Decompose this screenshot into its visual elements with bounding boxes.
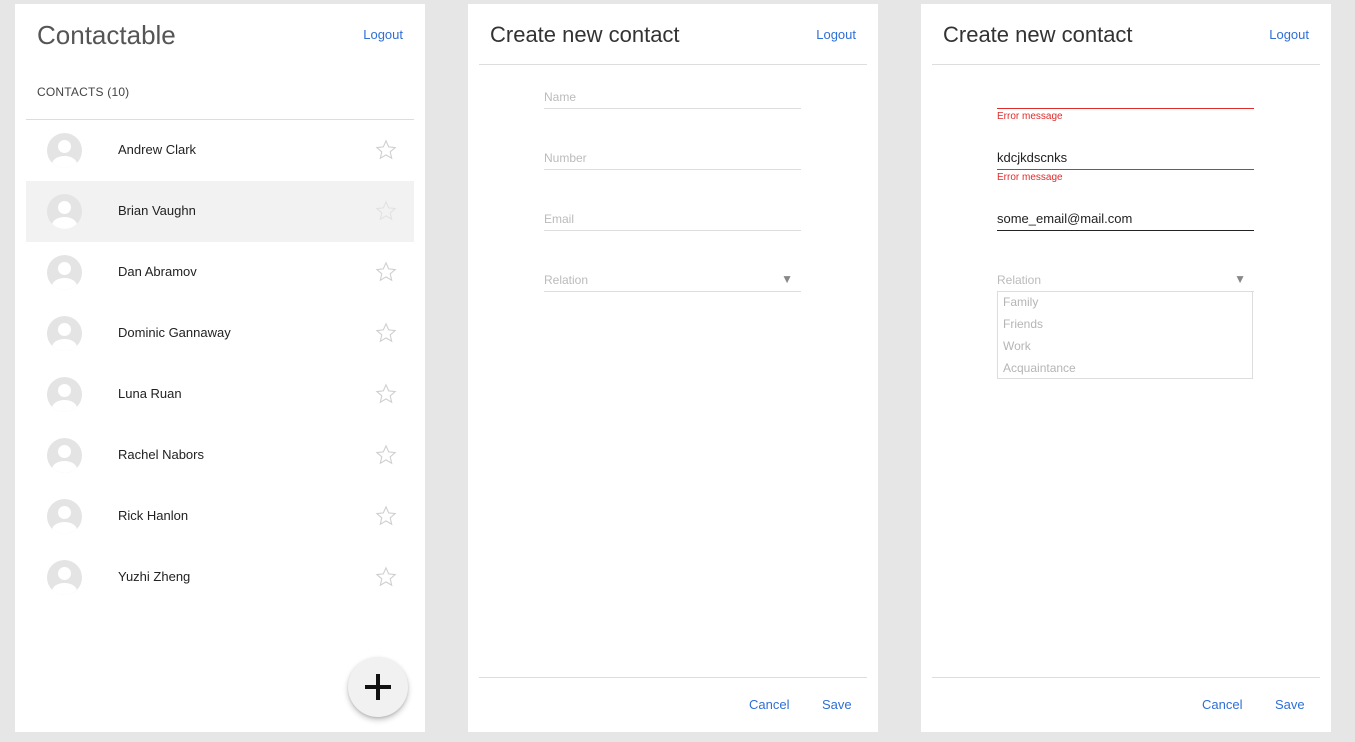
relation-select[interactable]: Relation ▼ — [544, 265, 801, 292]
contact-row[interactable]: Brian Vaughn — [26, 181, 414, 242]
star-icon[interactable] — [375, 261, 397, 283]
relation-select[interactable]: Relation ▼ — [997, 265, 1254, 292]
contact-name: Luna Ruan — [118, 386, 182, 401]
star-icon[interactable] — [375, 200, 397, 222]
number-field[interactable] — [997, 143, 1254, 170]
relation-select-value: Relation — [544, 273, 589, 287]
relation-select-value: Relation — [997, 273, 1042, 287]
caret-down-icon: ▼ — [781, 272, 793, 286]
divider — [479, 64, 867, 65]
logout-link[interactable]: Logout — [363, 27, 403, 42]
create-contact-screen-filled: Create new contact Logout Error message … — [921, 4, 1331, 732]
save-button[interactable]: Save — [822, 697, 852, 712]
plus-icon — [365, 674, 391, 700]
name-input[interactable] — [997, 89, 1254, 104]
page-title: Create new contact — [490, 22, 680, 47]
app-title: Contactable — [37, 20, 176, 50]
contact-row[interactable]: Rachel Nabors — [26, 425, 414, 486]
avatar-icon — [47, 316, 82, 351]
divider — [479, 677, 867, 678]
relation-option[interactable]: Family — [998, 292, 1252, 314]
contact-name: Andrew Clark — [118, 142, 197, 157]
cancel-button[interactable]: Cancel — [1202, 697, 1242, 712]
avatar-icon — [47, 194, 82, 229]
cancel-button[interactable]: Cancel — [749, 697, 789, 712]
contact-name: Brian Vaughn — [118, 203, 196, 218]
contact-name: Yuzhi Zheng — [118, 569, 191, 584]
number-input[interactable] — [997, 150, 1254, 165]
logout-link[interactable]: Logout — [1269, 27, 1309, 42]
relation-options-dropdown: Family Friends Work Acquaintance — [997, 291, 1253, 379]
email-input[interactable] — [997, 211, 1254, 226]
create-contact-screen-empty: Create new contact Logout Relation ▼ Can… — [468, 4, 878, 732]
avatar-icon — [47, 499, 82, 534]
contact-list: Andrew Clark Brian Vaughn Dan Abramov Do… — [26, 120, 414, 608]
save-button[interactable]: Save — [1275, 697, 1305, 712]
number-field[interactable] — [544, 143, 801, 170]
contact-row[interactable]: Luna Ruan — [26, 364, 414, 425]
name-input[interactable] — [544, 90, 801, 104]
star-icon[interactable] — [375, 444, 397, 466]
contact-name: Dominic Gannaway — [118, 325, 231, 340]
contact-row[interactable]: Rick Hanlon — [26, 486, 414, 547]
name-field[interactable] — [997, 82, 1254, 109]
relation-option[interactable]: Friends — [998, 314, 1252, 336]
add-contact-button[interactable] — [348, 657, 408, 717]
avatar-icon — [47, 133, 82, 168]
email-input[interactable] — [544, 212, 801, 226]
contact-name: Rick Hanlon — [118, 508, 189, 523]
contact-name: Dan Abramov — [118, 264, 197, 279]
contact-name: Rachel Nabors — [118, 447, 204, 462]
star-icon[interactable] — [375, 322, 397, 344]
star-icon[interactable] — [375, 505, 397, 527]
number-input[interactable] — [544, 151, 801, 165]
contact-row[interactable]: Andrew Clark — [26, 120, 414, 181]
contact-row[interactable]: Yuzhi Zheng — [26, 547, 414, 608]
avatar-icon — [47, 255, 82, 290]
email-field[interactable] — [997, 204, 1254, 231]
name-error-message: Error message — [997, 111, 1063, 122]
star-icon[interactable] — [375, 566, 397, 588]
avatar-icon — [47, 560, 82, 595]
relation-option[interactable]: Work — [998, 336, 1252, 358]
divider — [932, 677, 1320, 678]
star-icon[interactable] — [375, 383, 397, 405]
avatar-icon — [47, 377, 82, 412]
email-field[interactable] — [544, 204, 801, 231]
number-error-message: Error message — [997, 172, 1063, 183]
contacts-list-screen: Contactable Logout CONTACTS (10) Andrew … — [15, 4, 425, 732]
star-icon[interactable] — [375, 139, 397, 161]
page-title: Create new contact — [943, 22, 1133, 47]
contacts-count-header: CONTACTS (10) — [37, 85, 130, 99]
logout-link[interactable]: Logout — [816, 27, 856, 42]
caret-down-icon: ▼ — [1234, 272, 1246, 286]
name-field[interactable] — [544, 82, 801, 109]
contact-row[interactable]: Dan Abramov — [26, 242, 414, 303]
avatar-icon — [47, 438, 82, 473]
contact-row[interactable]: Dominic Gannaway — [26, 303, 414, 364]
relation-option[interactable]: Acquaintance — [998, 358, 1252, 380]
divider — [932, 64, 1320, 65]
